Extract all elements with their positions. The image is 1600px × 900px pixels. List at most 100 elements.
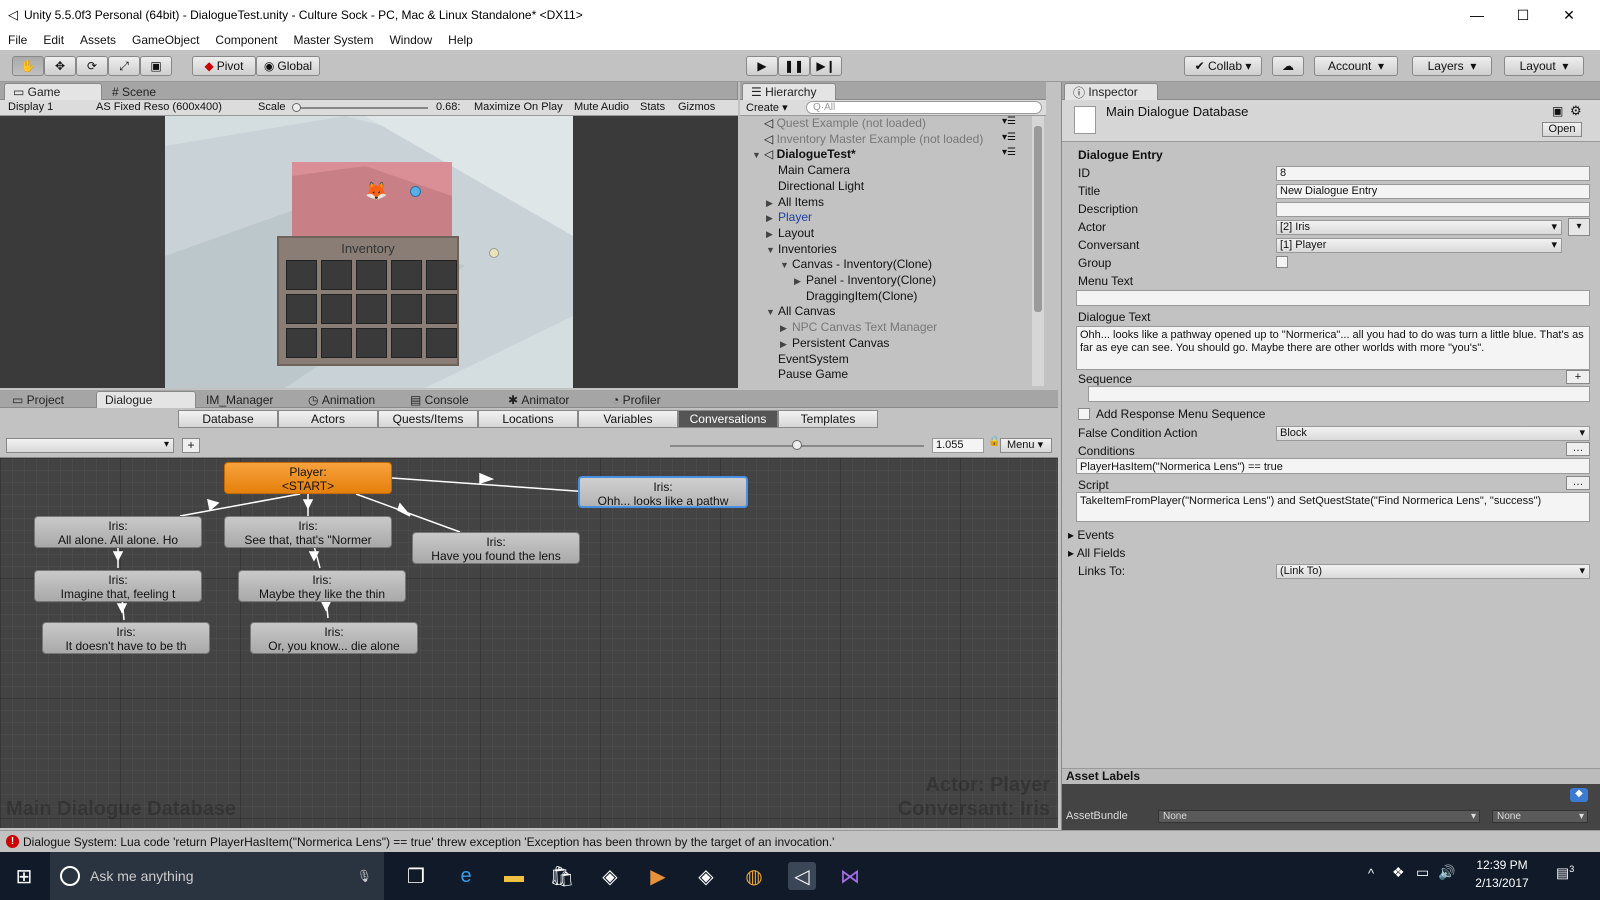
minimize-button[interactable]: — (1454, 0, 1500, 30)
hierarchy-item[interactable]: ▼ Inventories (766, 242, 837, 256)
inventory-slot[interactable] (321, 294, 352, 324)
menu-gameobject[interactable]: GameObject (124, 33, 207, 47)
hierarchy-item[interactable]: ◁ Quest Example (not loaded) ▾☰ (752, 116, 1016, 130)
description-field[interactable] (1276, 202, 1590, 217)
inventory-slot[interactable] (426, 260, 457, 290)
dialogue-node[interactable]: Iris: Or, you know... die alone (250, 622, 418, 654)
inventory-slot[interactable] (426, 328, 457, 358)
conversation-dropdown[interactable]: ▾ (6, 438, 174, 453)
scene-menu-icon[interactable]: ▾☰ (1002, 132, 1016, 143)
stats-toggle[interactable]: Stats (640, 101, 665, 113)
assetbundle-dropdown[interactable]: None ▾ (1158, 810, 1480, 823)
app-icon-2[interactable]: ◈ (692, 862, 720, 890)
script-field[interactable]: TakeItemFromPlayer("Normerica Lens") and… (1076, 492, 1590, 522)
step-button[interactable]: ▶❙ (810, 56, 842, 76)
hierarchy-item[interactable]: ▶ Persistent Canvas (780, 336, 889, 350)
global-button[interactable]: ◉ Global (256, 56, 320, 76)
tab-animator[interactable]: ✱ Animator (500, 391, 600, 408)
hierarchy-item[interactable]: ▼ All Canvas (766, 304, 835, 318)
mute-audio-toggle[interactable]: Mute Audio (574, 101, 629, 113)
menu-master-system[interactable]: Master System (285, 33, 381, 47)
create-dropdown[interactable]: Create ▾ (746, 101, 788, 114)
volume-icon[interactable]: 🔊 (1438, 864, 1455, 881)
hierarchy-item[interactable]: ▶ Layout (766, 226, 814, 240)
tray-dropbox-icon[interactable]: ❖ (1392, 864, 1405, 881)
foldout-arrow-icon[interactable]: ▶ (794, 276, 806, 287)
foldout-arrow-icon[interactable]: ▶ (780, 323, 792, 334)
maximize-on-play-toggle[interactable]: Maximize On Play (474, 101, 563, 113)
gizmos-dropdown[interactable]: Gizmos (678, 101, 715, 113)
menu-assets[interactable]: Assets (72, 33, 124, 47)
add-conversation-button[interactable]: + (182, 438, 200, 453)
foldout-arrow-icon[interactable]: ▼ (780, 260, 792, 270)
hierarchy-scroll-thumb[interactable] (1034, 126, 1042, 312)
hierarchy-item[interactable]: ◁ Inventory Master Example (not loaded) ▾… (752, 132, 1016, 146)
inventory-slot[interactable] (356, 260, 387, 290)
play-button[interactable]: ▶ (746, 56, 778, 76)
dialogue-node[interactable]: Iris: Maybe they like the thin (238, 570, 406, 602)
hierarchy-item[interactable]: Main Camera (766, 163, 850, 177)
close-button[interactable]: ✕ (1546, 0, 1592, 30)
display-dropdown[interactable]: Display 1 (8, 101, 53, 113)
hierarchy-search-input[interactable]: Q·All (806, 101, 1042, 114)
menu-file[interactable]: File (0, 33, 35, 47)
inventory-slot[interactable] (356, 294, 387, 324)
gear-icon[interactable]: ⚙ (1570, 103, 1582, 119)
subtab-database[interactable]: Database (178, 410, 278, 428)
hierarchy-item[interactable]: ▶ NPC Canvas Text Manager (780, 320, 937, 334)
add-response-checkbox[interactable] (1078, 408, 1090, 420)
tray-chevron-icon[interactable]: ^ (1368, 866, 1374, 881)
scale-slider[interactable] (294, 107, 428, 109)
lock-icon[interactable]: 🔒 (988, 436, 1000, 447)
menu-help[interactable]: Help (440, 33, 481, 47)
tab-project[interactable]: ▭ Project (4, 391, 94, 408)
dialogue-node[interactable]: Iris: Have you found the lens (412, 532, 580, 564)
hierarchy-item[interactable]: ▶ Player (766, 210, 812, 224)
id-field[interactable]: 8 (1276, 166, 1590, 181)
dialogue-node[interactable]: Iris: See that, that's "Normer (224, 516, 392, 548)
cloud-icon[interactable]: ☁ (1272, 56, 1304, 76)
false-condition-dropdown[interactable]: Block ▾ (1276, 426, 1590, 441)
inventory-slot[interactable] (286, 260, 317, 290)
tab-im-manager[interactable]: IM_Manager (198, 391, 298, 408)
all-fields-foldout[interactable]: ▸ All Fields (1068, 546, 1125, 560)
scale-slider-thumb[interactable] (292, 103, 301, 112)
resolution-dropdown[interactable]: AS Fixed Reso (600x400) (96, 101, 222, 113)
subtab-locations[interactable]: Locations (478, 410, 578, 428)
tag-icon[interactable]: ◆ (1570, 788, 1588, 802)
open-button[interactable]: Open (1542, 122, 1582, 137)
foldout-arrow-icon[interactable]: ▼ (752, 150, 764, 160)
script-wizard-button[interactable]: … (1566, 476, 1590, 490)
dialogue-node[interactable]: Iris: It doesn't have to be th (42, 622, 210, 654)
inventory-slot[interactable] (286, 328, 317, 358)
rotate-tool-icon[interactable]: ⟳ (76, 56, 108, 76)
hierarchy-item[interactable]: Pause Game (766, 367, 848, 381)
inventory-slot[interactable] (321, 328, 352, 358)
start-node[interactable]: Player: <START> (224, 462, 392, 494)
network-icon[interactable]: ▭ (1416, 864, 1429, 881)
tab-profiler[interactable]: ◔ Profiler (604, 391, 704, 408)
pivot-button[interactable]: ◆ Pivot (192, 56, 256, 76)
media-player-icon[interactable]: ▶ (644, 862, 672, 890)
unity-taskbar-icon[interactable]: ◁ (788, 862, 816, 890)
subtab-quests[interactable]: Quests/Items (378, 410, 478, 428)
tab-scene[interactable]: # Scene (104, 83, 184, 100)
menu-edit[interactable]: Edit (35, 33, 72, 47)
sequence-field[interactable] (1088, 386, 1590, 402)
maximize-button[interactable]: ☐ (1500, 0, 1546, 30)
scale-tool-icon[interactable]: ⤢ (108, 56, 140, 76)
title-field[interactable]: New Dialogue Entry (1276, 184, 1590, 199)
subtab-variables[interactable]: Variables (578, 410, 678, 428)
hierarchy-item[interactable]: EventSystem (766, 352, 849, 366)
tab-hierarchy[interactable]: ☰ Hierarchy (742, 83, 836, 100)
conversant-dropdown[interactable]: [1] Player ▾ (1276, 238, 1562, 253)
hierarchy-item[interactable]: ▶ Panel - Inventory(Clone) (794, 273, 936, 287)
subtab-templates[interactable]: Templates (778, 410, 878, 428)
links-to-dropdown[interactable]: (Link To) ▾ (1276, 564, 1590, 579)
conditions-wizard-button[interactable]: … (1566, 442, 1590, 456)
graph-menu-dropdown[interactable]: Menu ▾ (1000, 438, 1052, 453)
chrome-icon[interactable]: ◍ (740, 862, 768, 890)
menu-text-field[interactable] (1076, 290, 1590, 306)
inventory-slot[interactable] (391, 294, 422, 324)
notification-icon[interactable]: ▤3 (1556, 864, 1574, 882)
